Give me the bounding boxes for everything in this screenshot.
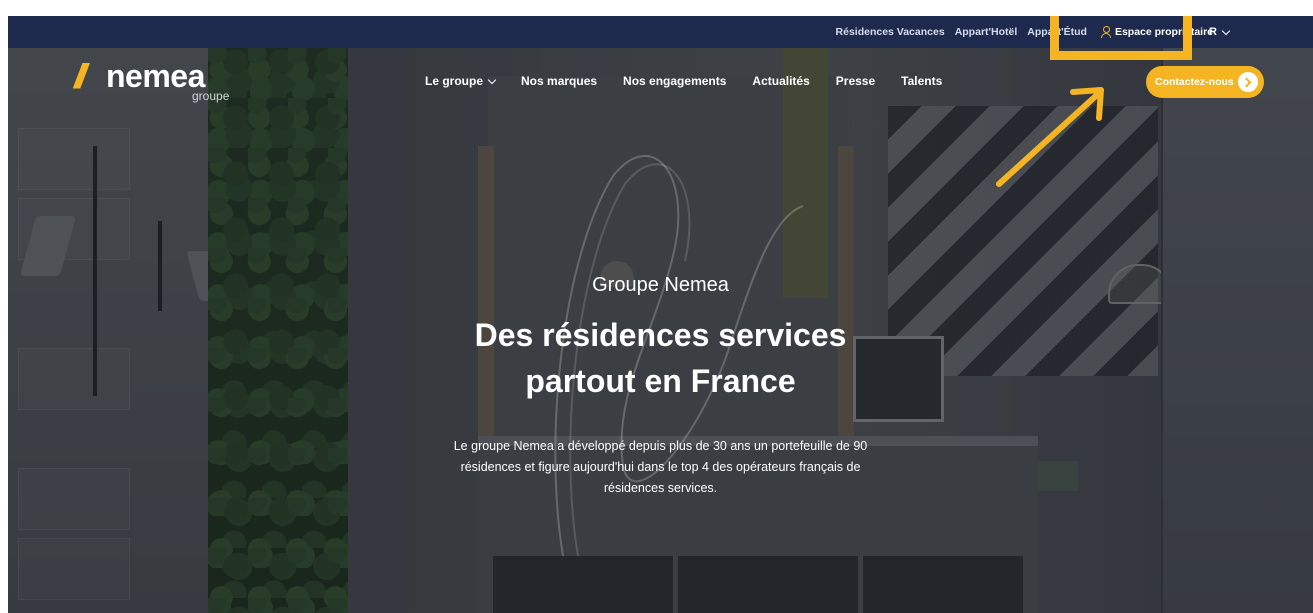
logo-mark-icon: // — [74, 58, 87, 96]
link-appart-hotel[interactable]: Appart'Hotël — [955, 26, 1018, 38]
hero-description: Le groupe Nemea a développé depuis plus … — [453, 439, 868, 495]
nav-label: Le groupe — [425, 74, 484, 88]
main-navigation: Le groupe Nos marques Nos engagements Ac… — [425, 74, 942, 88]
logo-sub-text: groupe — [192, 89, 230, 103]
hero-title-line-1: Des résidences services — [474, 317, 847, 353]
annotation-arrow-icon — [996, 87, 1104, 187]
nav-talents[interactable]: Talents — [901, 74, 942, 88]
language-selector[interactable]: R — [1209, 16, 1231, 48]
hero-title: Des résidences services partout en Franc… — [8, 312, 1313, 404]
link-residences-vacances[interactable]: Résidences Vacances — [836, 26, 945, 38]
nav-actualites[interactable]: Actualités — [752, 74, 809, 88]
nav-le-groupe[interactable]: Le groupe — [425, 74, 497, 88]
hero-title-line-2: partout en France — [525, 363, 796, 399]
page-frame: Résidences Vacances Appart'Hotël Appart'… — [8, 16, 1313, 613]
contact-button[interactable]: Contactez-nous — [1146, 66, 1264, 98]
chevron-down-icon — [487, 75, 497, 84]
nav-nos-engagements[interactable]: Nos engagements — [623, 74, 726, 88]
nav-nos-marques[interactable]: Nos marques — [521, 74, 597, 88]
logo-brand-text: nemea — [106, 58, 205, 94]
arrow-right-icon — [1238, 72, 1258, 92]
nav-presse[interactable]: Presse — [836, 74, 875, 88]
highlight-annotation-box — [1050, 16, 1192, 60]
hero-kicker: Groupe Nemea — [592, 274, 729, 296]
contact-button-label: Contactez-nous — [1155, 76, 1234, 88]
language-label: R — [1209, 26, 1217, 38]
chevron-down-icon — [1221, 26, 1231, 35]
